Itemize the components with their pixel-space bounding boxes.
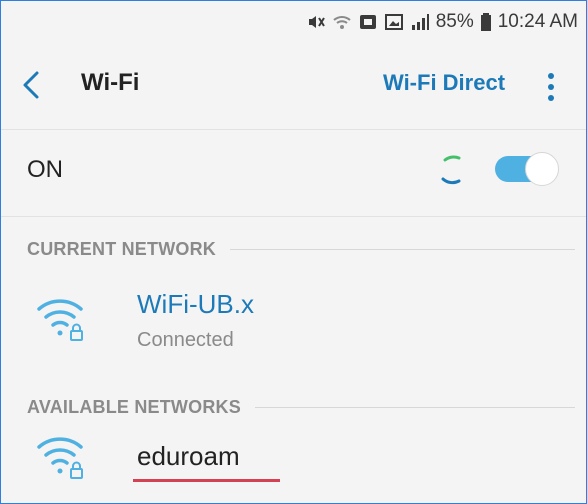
- battery-icon: [480, 12, 492, 32]
- wifi-status-icon: [332, 12, 352, 32]
- more-options-button[interactable]: [541, 67, 561, 107]
- current-network-status: Connected: [137, 329, 234, 351]
- divider: [230, 249, 575, 250]
- wifi-direct-button[interactable]: Wi-Fi Direct: [383, 70, 505, 96]
- status-bar: 85% 10:24 AM: [1, 1, 586, 41]
- wifi-secured-icon: [35, 295, 91, 345]
- divider: [254, 407, 575, 408]
- mute-vibrate-icon: [306, 12, 326, 32]
- notification-icon: [358, 12, 378, 32]
- back-button[interactable]: [15, 65, 51, 105]
- switch-thumb: [525, 152, 559, 186]
- action-bar: Wi-Fi Wi-Fi Direct: [1, 41, 586, 129]
- current-network-label: CURRENT NETWORK: [27, 239, 216, 259]
- highlight-underline: [133, 479, 280, 482]
- battery-percent: 85%: [435, 11, 474, 32]
- available-networks-label: AVAILABLE NETWORKS: [27, 397, 241, 417]
- toggle-label: ON: [27, 156, 63, 183]
- wifi-toggle-row[interactable]: ON: [1, 129, 586, 217]
- scanning-spinner-icon: [429, 148, 473, 192]
- wifi-secured-icon: [35, 433, 91, 483]
- chevron-left-icon: [23, 71, 39, 99]
- available-network-item[interactable]: eduroam: [1, 425, 586, 503]
- available-network-name: eduroam: [137, 441, 240, 471]
- wifi-toggle-switch[interactable]: [495, 150, 561, 188]
- available-networks-header: AVAILABLE NETWORKS: [27, 397, 575, 418]
- status-icons: 85% 10:24 AM: [306, 10, 578, 34]
- current-network-item[interactable]: WiFi-UB.x Connected: [1, 277, 586, 377]
- page-title: Wi-Fi: [81, 69, 140, 96]
- current-network-name: WiFi-UB.x: [137, 289, 254, 319]
- more-vertical-icon: [548, 73, 554, 101]
- current-network-header: CURRENT NETWORK: [27, 239, 575, 260]
- signal-icon: [410, 12, 430, 32]
- clock: 10:24 AM: [497, 11, 578, 32]
- gallery-icon: [384, 12, 404, 32]
- wifi-settings-screen: 85% 10:24 AM Wi-Fi Wi-Fi Direct ON CURRE…: [0, 0, 587, 504]
